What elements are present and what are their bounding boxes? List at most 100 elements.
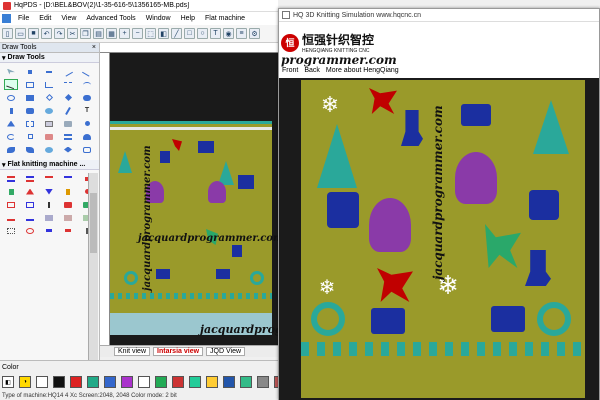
line-icon[interactable]: ╱ [171,28,182,39]
paste-icon[interactable]: ▤ [93,28,104,39]
stitch-d-icon[interactable] [61,173,75,184]
pattern-design-area[interactable]: jacquardprogrammer.com jacquardprogramme… [110,121,278,335]
color-swatch[interactable] [172,376,184,388]
menu-window[interactable]: Window [141,15,176,22]
color-swatch[interactable] [138,376,150,388]
tab-jqd-view[interactable]: JQD View [206,347,246,356]
color-swatch[interactable] [104,376,116,388]
brush-tool-icon[interactable] [23,105,37,116]
ellipse-icon[interactable]: ○ [197,28,208,39]
layers-icon[interactable]: ≡ [236,28,247,39]
color-swatch[interactable] [189,376,201,388]
fill-tool-icon[interactable] [4,118,18,129]
menu-advanced-tools[interactable]: Advanced Tools [81,15,140,22]
racking-c-icon[interactable] [42,199,56,210]
freehand-tool-icon[interactable] [4,79,18,90]
cloud-tool-icon[interactable] [80,131,94,142]
pointer-tool-icon[interactable] [4,66,18,77]
simulation-viewport[interactable]: ❄ ❄ ❄ jacquardprogrammer.com [279,78,599,400]
option-d-icon[interactable] [61,212,75,223]
redo-icon[interactable]: ↷ [54,28,65,39]
eyedropper-tool-icon[interactable] [61,105,75,116]
color-swatch[interactable] [206,376,218,388]
shape-e-tool-icon[interactable] [80,144,94,155]
option-i-icon[interactable] [61,225,75,236]
stamp-tool-icon[interactable] [61,118,75,129]
color-swatch[interactable] [223,376,235,388]
option-f-icon[interactable] [4,225,18,236]
transfer-d-icon[interactable] [61,186,75,197]
save-icon[interactable]: ■ [28,28,39,39]
color-swatch[interactable]: ◑ [19,376,31,388]
tab-intarsia-view[interactable]: Intarsia view [153,347,204,356]
zoom-in-icon[interactable]: + [119,28,130,39]
tab-knit-view[interactable]: Knit view [114,347,151,356]
design-canvas[interactable]: jacquardprogrammer.com jacquardprogramme… [100,43,278,345]
select-icon[interactable]: ⬚ [145,28,156,39]
eraser-tool-icon[interactable] [42,131,56,142]
option-g-icon[interactable] [23,225,37,236]
color-swatch[interactable] [36,376,48,388]
shape-c-tool-icon[interactable] [42,144,56,155]
mirror-tool-icon[interactable] [23,118,37,129]
undo-icon[interactable]: ↶ [41,28,52,39]
filled-diamond-tool-icon[interactable] [61,92,75,103]
option-b-icon[interactable] [23,212,37,223]
repeat-tool-icon[interactable] [61,131,75,142]
line-tool-icon[interactable] [61,66,75,77]
rounded-rect-tool-icon[interactable] [80,92,94,103]
fill-icon[interactable]: ◧ [158,28,169,39]
menu-front[interactable]: Front [282,67,298,77]
transfer-a-icon[interactable] [4,186,18,197]
spray-tool-icon[interactable] [42,105,56,116]
color-swatch[interactable] [240,376,252,388]
menu-back[interactable]: Back [304,67,320,77]
zigzag-tool-icon[interactable] [61,79,75,90]
move-tool-icon[interactable] [42,66,56,77]
pen-tool-icon[interactable] [4,105,18,116]
menu-flat-machine[interactable]: Flat machine [200,15,250,22]
curve-tool-icon[interactable] [80,79,94,90]
open-file-icon[interactable]: ▭ [15,28,26,39]
color-swatch[interactable] [257,376,269,388]
menu-view[interactable]: View [56,15,81,22]
racking-d-icon[interactable] [61,199,75,210]
menu-file[interactable]: File [13,15,34,22]
rect-icon[interactable]: □ [184,28,195,39]
copy-area-tool-icon[interactable] [42,118,56,129]
stitch-c-icon[interactable] [42,173,56,184]
grid-icon[interactable]: ▦ [106,28,117,39]
palette-icon[interactable]: ◉ [223,28,234,39]
text-icon[interactable]: T [210,28,221,39]
option-c-icon[interactable] [42,212,56,223]
color-swatch[interactable]: ◧ [2,376,14,388]
racking-a-icon[interactable] [4,199,18,210]
diagonal-line-tool-icon[interactable] [80,66,94,77]
filled-rect-tool-icon[interactable] [23,92,37,103]
shape-b-tool-icon[interactable] [23,144,37,155]
panel-scrollbar[interactable] [88,173,98,373]
polyline-tool-icon[interactable] [42,79,56,90]
copy-icon[interactable]: ❐ [80,28,91,39]
racking-b-icon[interactable] [23,199,37,210]
app-menu-icon[interactable] [2,14,11,23]
color-swatch[interactable] [121,376,133,388]
scale-tool-icon[interactable] [23,131,37,142]
zoom-out-icon[interactable]: − [132,28,143,39]
shape-a-tool-icon[interactable] [4,144,18,155]
color-swatch[interactable] [53,376,65,388]
menu-help[interactable]: Help [176,15,200,22]
stitch-b-icon[interactable] [23,173,37,184]
color-swatch[interactable] [70,376,82,388]
option-h-icon[interactable] [42,225,56,236]
transfer-b-icon[interactable] [23,186,37,197]
stitch-a-icon[interactable] [4,173,18,184]
section-draw-tools[interactable]: ▾ Draw Tools [0,53,99,63]
cut-icon[interactable]: ✂ [67,28,78,39]
replace-tool-icon[interactable] [80,118,94,129]
section-flat-knitting[interactable]: ▾ Flat knitting machine ... [0,160,99,170]
color-swatch[interactable] [155,376,167,388]
pixel-tool-icon[interactable] [23,66,37,77]
ellipse-tool-icon[interactable] [4,92,18,103]
diamond-tool-icon[interactable] [42,92,56,103]
